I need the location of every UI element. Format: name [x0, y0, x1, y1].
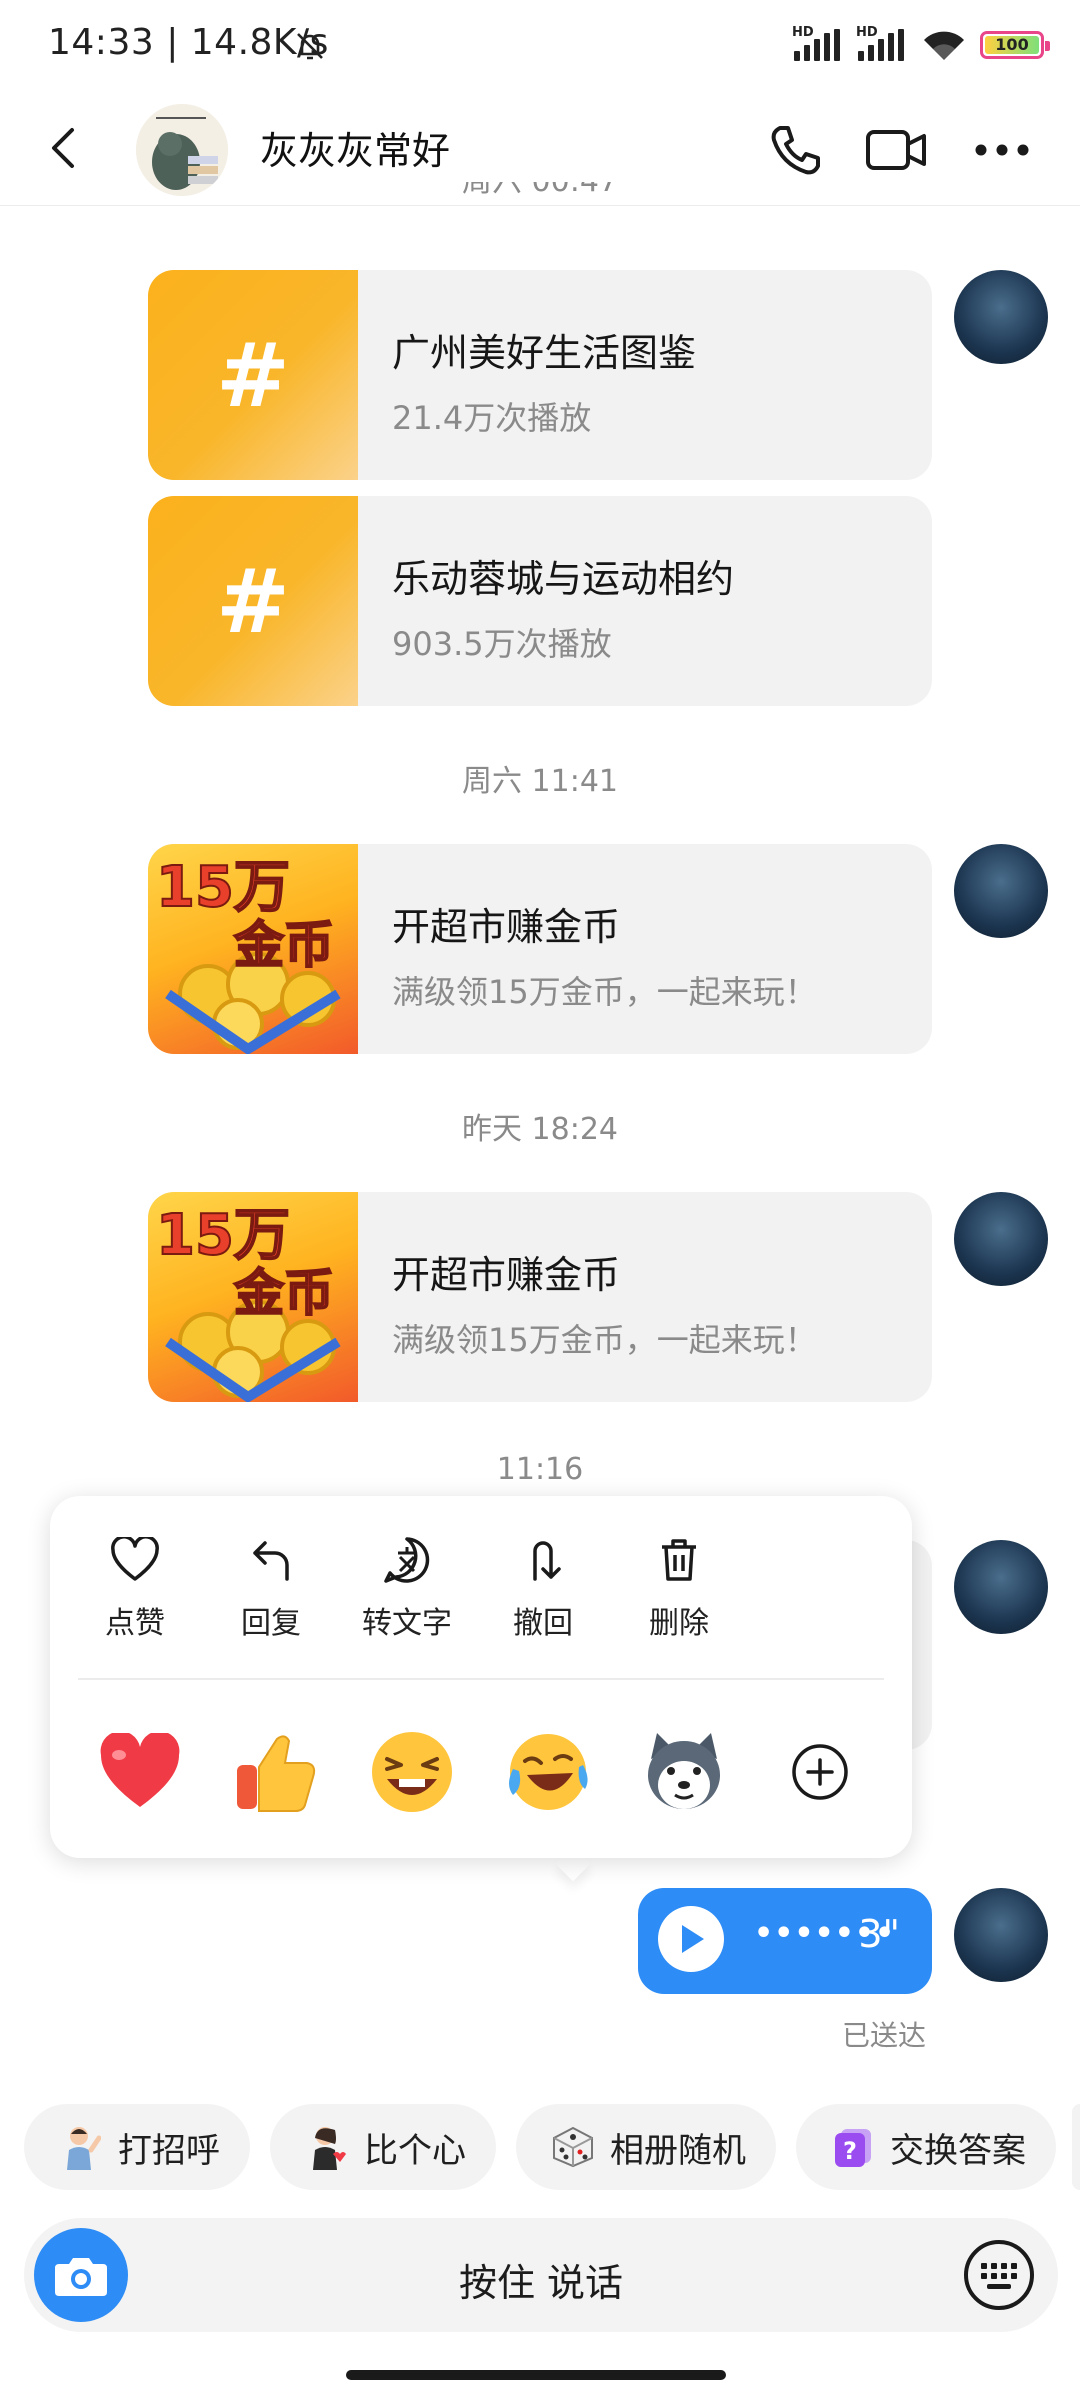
crying-laughing-reaction[interactable] — [500, 1724, 596, 1820]
svg-text:15万: 15万 — [156, 855, 290, 920]
voice-call-button[interactable] — [760, 114, 832, 186]
mute-bell-icon — [292, 28, 328, 64]
back-button[interactable] — [30, 116, 94, 180]
my-avatar[interactable] — [954, 1888, 1048, 1982]
timestamp-partial: 周六 00:47 — [0, 182, 1080, 206]
text-convert-icon — [352, 1532, 462, 1588]
coin-game-image: 15万 金币 — [148, 1192, 358, 1402]
wifi-icon — [922, 28, 966, 62]
svg-text:金币: 金币 — [234, 916, 334, 974]
svg-text:金币: 金币 — [234, 1264, 334, 1322]
contact-name: 灰灰灰常好 — [260, 129, 451, 173]
game-title: 开超市赚金币 — [392, 905, 621, 949]
chip-heart[interactable]: 比个心 — [270, 2104, 496, 2190]
hold-to-talk-button[interactable]: 按住 说话 — [24, 2252, 1058, 2307]
signal-icon: HD — [792, 25, 844, 61]
game-title: 开超市赚金币 — [392, 1253, 621, 1297]
chip-next-partial[interactable] — [1072, 2104, 1080, 2190]
game-sub: 满级领15万金币，一起来玩！ — [392, 973, 817, 1011]
game-card[interactable]: 15万 金币 开超市赚金币 满级领15万金币，一起来玩！ — [148, 1192, 932, 1402]
hashtag-icon: # — [148, 496, 358, 706]
voice-duration: 3" — [858, 1912, 900, 1956]
my-avatar[interactable] — [954, 844, 1048, 938]
recall-action[interactable]: 撤回 — [488, 1532, 598, 1642]
delete-action[interactable]: 删除 — [624, 1532, 734, 1642]
game-card[interactable]: 15万 金币 开超市赚金币 满级领15万金币，一起来玩！ — [148, 844, 932, 1054]
game-sub: 满级领15万金币，一起来玩！ — [392, 1321, 817, 1359]
timestamp: 11:16 — [496, 1452, 584, 1487]
dice-icon — [550, 2124, 596, 2170]
video-call-button[interactable] — [860, 114, 932, 186]
topic-plays: 21.4万次播放 — [392, 399, 592, 437]
topic-plays: 903.5万次播放 — [392, 625, 612, 663]
red-heart-reaction[interactable] — [92, 1724, 188, 1820]
recall-icon — [488, 1532, 598, 1588]
like-action[interactable]: 点赞 — [80, 1532, 190, 1642]
battery-icon: 100 — [980, 31, 1050, 59]
chip-random-album[interactable]: 相册随机 — [516, 2104, 776, 2190]
question-card-icon: ? — [830, 2124, 876, 2170]
svg-text:15万: 15万 — [156, 1203, 290, 1268]
topic-title: 乐动蓉城与运动相约 — [392, 557, 735, 601]
husky-dog-reaction[interactable] — [636, 1724, 732, 1820]
svg-text:?: ? — [843, 2137, 857, 2165]
message-action-menu: 点赞 回复 转文字 撤回 删除 — [50, 1496, 912, 1858]
topic-card[interactable]: # 广州美好生活图鉴 21.4万次播放 — [148, 270, 932, 480]
trash-icon — [624, 1532, 734, 1588]
thumbs-up-reaction[interactable] — [228, 1724, 324, 1820]
laughing-face-reaction[interactable] — [364, 1724, 460, 1820]
voice-message-bubble[interactable]: ••••••• 3" — [638, 1888, 932, 1994]
reply-action[interactable]: 回复 — [216, 1532, 326, 1642]
chip-greet[interactable]: 打招呼 — [24, 2104, 250, 2190]
reply-icon — [216, 1532, 326, 1588]
input-bar: 按住 说话 — [24, 2218, 1058, 2332]
add-reaction-button[interactable] — [772, 1724, 868, 1820]
coin-game-image: 15万 金币 — [148, 844, 358, 1054]
more-options-button[interactable] — [966, 114, 1038, 186]
topic-card[interactable]: # 乐动蓉城与运动相约 903.5万次播放 — [148, 496, 932, 706]
timestamp: 周六 11:41 — [462, 764, 618, 799]
home-indicator — [346, 2370, 726, 2380]
my-avatar[interactable] — [954, 1540, 1048, 1634]
my-avatar[interactable] — [954, 270, 1048, 364]
signal-icon-2: HD — [856, 25, 908, 61]
my-avatar[interactable] — [954, 1192, 1048, 1286]
keyboard-button[interactable] — [952, 2228, 1046, 2322]
chip-exchange-answers[interactable]: ? 交换答案 — [796, 2104, 1056, 2190]
heart-outline-icon — [80, 1532, 190, 1588]
status-time: 14:33 | 14.8K/s — [48, 22, 329, 63]
waving-person-icon — [58, 2124, 104, 2170]
topic-title: 广州美好生活图鉴 — [392, 331, 697, 375]
timestamp: 昨天 18:24 — [462, 1112, 618, 1147]
delivered-status: 已送达 — [842, 2019, 927, 2052]
play-icon[interactable] — [658, 1906, 724, 1972]
hashtag-icon: # — [148, 270, 358, 480]
to-text-action[interactable]: 转文字 — [352, 1532, 462, 1642]
heart-gesture-person-icon — [304, 2124, 350, 2170]
